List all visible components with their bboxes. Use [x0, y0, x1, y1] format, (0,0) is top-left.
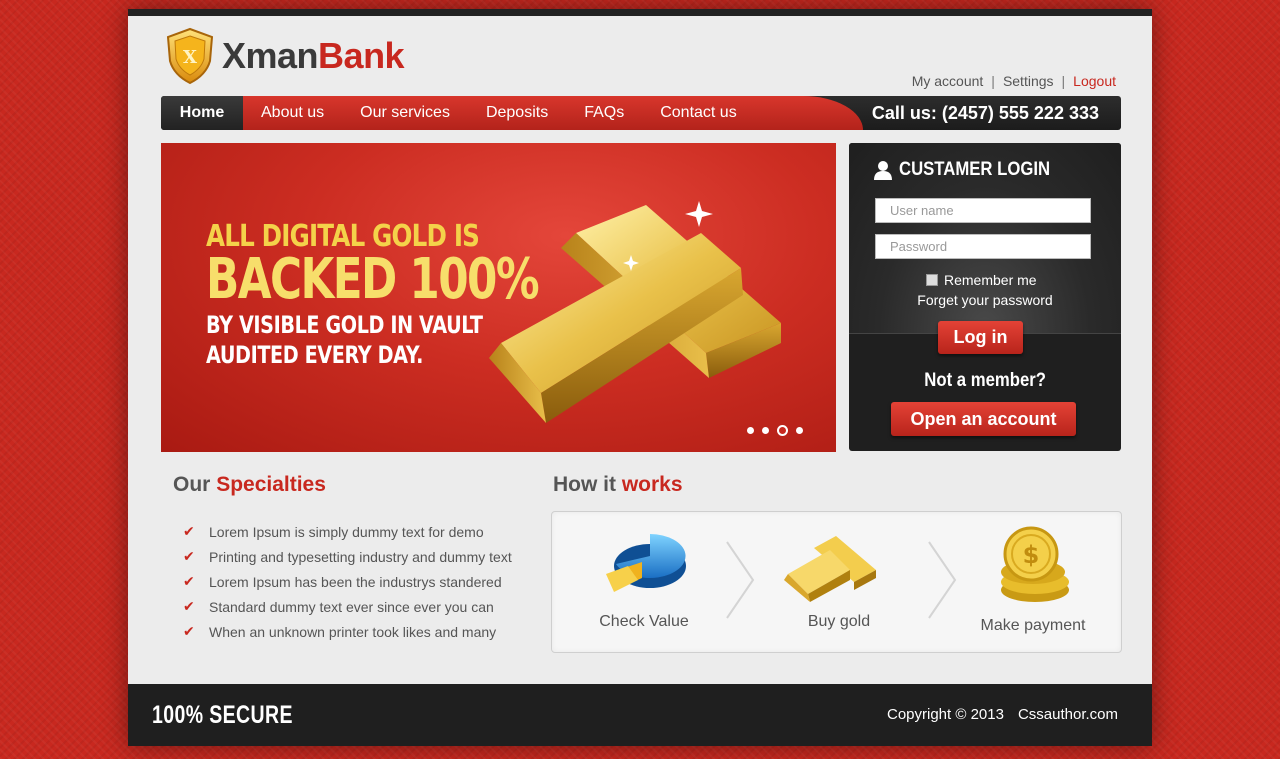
list-item: ✔ Lorem Ipsum has been the industrys stan…	[183, 569, 512, 594]
site-link[interactable]: Cssauthor.com	[1018, 706, 1118, 723]
how-it-works-box: Check Value Buy gold $ Make payment	[551, 511, 1122, 653]
nav-item-home[interactable]: Home	[161, 96, 243, 130]
secure-badge: 100% SECURE	[152, 701, 293, 729]
step-buy-gold: Buy gold	[759, 526, 919, 631]
specialties-heading-part2: Specialties	[216, 473, 326, 496]
list-item-text: When an unknown printer took likes and m…	[209, 623, 497, 640]
brand-name: XmanBank	[222, 35, 405, 77]
svg-text:$: $	[1023, 541, 1040, 569]
pie-chart-icon	[606, 534, 686, 592]
login-title-text: CUSTAMER LOGIN	[899, 159, 1051, 180]
checkmark-icon: ✔	[183, 623, 195, 639]
user-icon	[874, 161, 892, 180]
login-title: CUSTAMER LOGIN	[873, 159, 1071, 181]
step-label: Buy gold	[807, 613, 871, 630]
svg-text:X: X	[183, 47, 197, 68]
divider: |	[991, 73, 995, 89]
checkmark-icon: ✔	[183, 548, 195, 564]
checkmark-icon: ✔	[183, 523, 195, 539]
list-item-text: Lorem Ipsum is simply dummy text for dem…	[209, 523, 484, 540]
slider-dot-2[interactable]	[762, 427, 769, 434]
nav-item-contact[interactable]: Contact us	[660, 96, 736, 130]
customer-login-panel: CUSTAMER LOGIN User name Password Rememb…	[849, 143, 1121, 451]
copyright-text: Copyright © 2013	[887, 706, 1004, 723]
open-account-button[interactable]: Open an account	[891, 402, 1076, 436]
how-heading-part1: How it	[553, 473, 616, 496]
slider-dots	[747, 425, 803, 436]
how-heading-part2: works	[621, 473, 683, 496]
forget-password-link[interactable]: Forget your password	[849, 292, 1121, 308]
remember-checkbox[interactable]	[926, 274, 938, 286]
checkmark-icon: ✔	[183, 573, 195, 589]
step-check-value: Check Value	[564, 526, 724, 631]
password-input[interactable]: Password	[875, 234, 1091, 259]
username-input[interactable]: User name	[875, 198, 1091, 223]
step-make-payment: $ Make payment	[953, 526, 1113, 635]
not-member-label: Not a member?	[924, 370, 1046, 391]
logo[interactable]: X XmanBank	[164, 27, 405, 85]
divider: |	[1061, 73, 1066, 89]
login-button[interactable]: Log in	[938, 321, 1023, 354]
logout-link[interactable]: Logout	[1073, 73, 1116, 89]
copyright: Copyright © 2013 Cssauthor.com	[887, 706, 1118, 723]
remember-label: Remember me	[944, 272, 1037, 288]
page-container: X XmanBank My account | Settings | Logou…	[128, 9, 1152, 746]
step-label: Check Value	[599, 613, 689, 630]
settings-link[interactable]: Settings	[1003, 73, 1054, 89]
list-item: ✔ Standard dummy text ever since ever you…	[183, 594, 512, 619]
nav-item-about[interactable]: About us	[261, 96, 324, 130]
coins-icon: $	[1001, 526, 1069, 602]
nav-item-faqs[interactable]: FAQs	[584, 96, 624, 130]
specialties-heading-part1: Our	[173, 473, 211, 496]
brand-name-part2: Bank	[318, 35, 405, 76]
nav-items: About us Our services Deposits FAQs Cont…	[261, 96, 773, 130]
list-item: ✔ Printing and typesetting industry and d…	[183, 544, 512, 569]
nav-item-deposits[interactable]: Deposits	[486, 96, 548, 130]
list-item-text: Printing and typesetting industry and du…	[209, 548, 512, 565]
slider-dot-1[interactable]	[747, 427, 754, 434]
brand-name-part1: Xman	[222, 35, 319, 76]
main-nav: Home About us Our services Deposits FAQs…	[161, 96, 1121, 130]
step-label: Make payment	[980, 617, 1086, 634]
slider-dot-3[interactable]	[777, 425, 788, 436]
list-item-text: Standard dummy text ever since ever you …	[209, 598, 494, 615]
shield-logo-icon: X	[164, 27, 216, 85]
chevron-right-icon	[726, 541, 755, 619]
specialties-heading: Our Specialties	[173, 473, 326, 497]
footer: 100% SECURE Copyright © 2013 Cssauthor.c…	[128, 684, 1152, 746]
list-item: ✔ When an unknown printer took likes and …	[183, 619, 512, 644]
list-item: ✔ Lorem Ipsum is simply dummy text for de…	[183, 519, 512, 544]
how-it-works-heading: How it works	[553, 473, 683, 497]
not-member-text: Not a member?	[849, 370, 1121, 392]
nav-item-services[interactable]: Our services	[360, 96, 450, 130]
gold-bars-image	[489, 201, 781, 423]
my-account-link[interactable]: My account	[912, 73, 984, 89]
specialties-list: ✔ Lorem Ipsum is simply dummy text for de…	[183, 519, 512, 644]
top-links: My account | Settings | Logout	[912, 73, 1116, 89]
hero-slider[interactable]: ALL DIGITAL GOLD IS BACKED 100% BY VISIB…	[161, 143, 836, 452]
list-item-text: Lorem Ipsum has been the industrys stand…	[209, 573, 502, 590]
slider-dot-4[interactable]	[796, 427, 803, 434]
remember-me[interactable]: Remember me	[926, 272, 1037, 288]
checkmark-icon: ✔	[183, 598, 195, 614]
gold-bars-icon	[784, 536, 876, 602]
call-us-text: Call us: (2457) 555 222 333	[871, 103, 1099, 123]
